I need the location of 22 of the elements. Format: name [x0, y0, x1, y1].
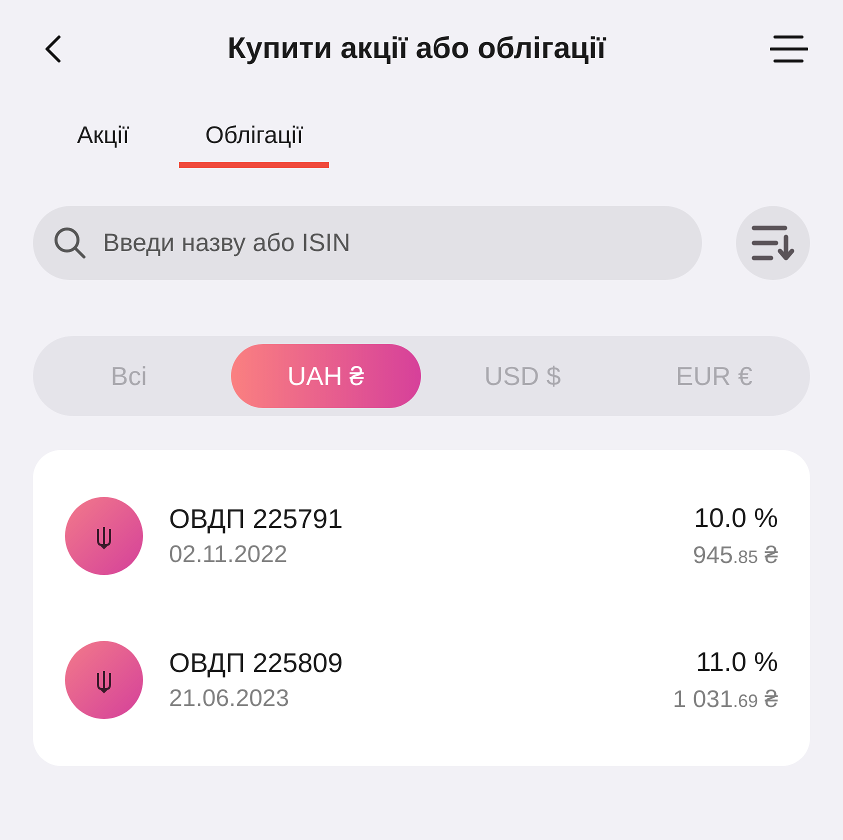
trident-logo-icon [65, 497, 143, 575]
search-icon [53, 226, 87, 260]
currency-option[interactable]: Всі [37, 344, 221, 408]
bond-yield: 11.0 % [696, 646, 778, 678]
bond-price: 1 031.69 ₴ [672, 686, 778, 714]
bond-name: ОВДП 225809 [169, 648, 344, 678]
bond-date: 21.06.2023 [169, 684, 290, 712]
search-field[interactable]: Введи назву або ISIN [33, 206, 702, 280]
tab[interactable]: Акції [71, 98, 136, 168]
currency-option[interactable]: UAH ₴ [230, 344, 421, 408]
tab[interactable]: Облігації [179, 98, 330, 168]
trident-logo-icon [65, 641, 143, 719]
sort-icon [751, 223, 795, 263]
bond-price: 945.85 ₴ [692, 542, 778, 570]
menu-icon[interactable] [770, 34, 808, 64]
bond-yield: 10.0 % [694, 502, 778, 534]
currency-option[interactable]: EUR € [622, 344, 806, 408]
bond-name: ОВДП 225791 [169, 504, 344, 534]
page-title: Купити акції або облігації [227, 32, 606, 66]
currency-option[interactable]: USD $ [430, 344, 614, 408]
bond-date: 02.11.2022 [169, 540, 288, 568]
back-icon[interactable] [43, 34, 63, 64]
